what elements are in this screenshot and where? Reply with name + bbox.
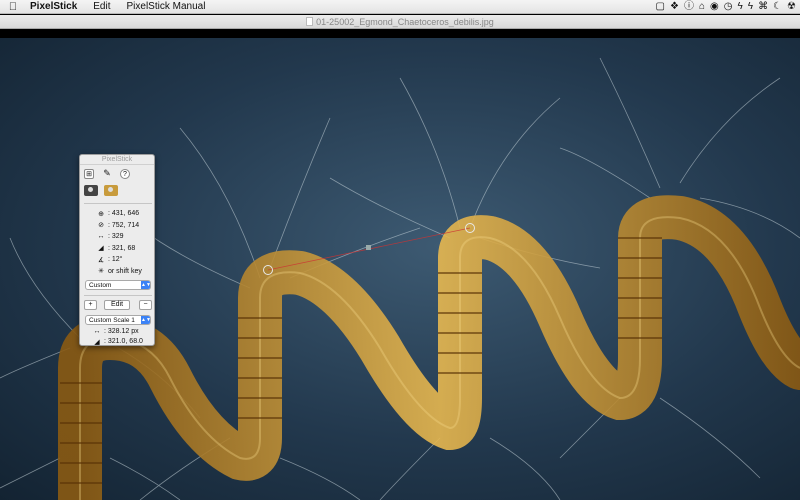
scale-select[interactable]: Custom Scale 1 ▲▼ xyxy=(85,315,151,325)
delta-icon: ◢ xyxy=(94,338,100,346)
end-point-readout: ⊘: 752, 714 xyxy=(80,220,156,232)
angle-icon: ∡ xyxy=(97,256,105,264)
bolt-icon[interactable]: ϟ xyxy=(737,0,742,14)
dropbox-icon[interactable]: ❖ xyxy=(670,0,679,14)
moon-icon[interactable]: ☾ xyxy=(773,0,782,14)
delta-readout: ◢: 321, 68 xyxy=(80,243,156,255)
lock-icon: ✳ xyxy=(98,268,104,276)
window-toolbar-strip xyxy=(0,30,800,38)
preset-value: Custom xyxy=(89,282,112,289)
crosshair-end-icon: ⊘ xyxy=(98,222,104,230)
capture-tools xyxy=(84,185,118,196)
menu-pixelstick[interactable]: PixelStick xyxy=(26,1,85,12)
chevron-down-icon: ▲▼ xyxy=(141,281,151,289)
distance-icon: ↔ xyxy=(93,328,101,336)
menu-bar:  PixelStick Edit PixelStick Manual ▢ ❖ … xyxy=(0,0,800,14)
preset-select[interactable]: Custom ▲▼ xyxy=(85,280,151,290)
volume-icon[interactable]: ◉ xyxy=(710,0,719,14)
eyedropper-icon[interactable]: ✎ xyxy=(102,169,112,179)
start-point-readout: ⊕: 431, 646 xyxy=(80,208,156,220)
measure-midpoint-handle xyxy=(366,245,371,250)
menu-edit[interactable]: Edit xyxy=(85,1,118,12)
command-icon[interactable]: ⌘ xyxy=(758,0,768,14)
nuclear-icon[interactable]: ☢ xyxy=(787,0,796,14)
pixelstick-palette[interactable]: PixelStick ⊞ ✎ ? ⊕: 431, 646 ⊘: 752, 714… xyxy=(79,154,155,346)
remove-scale-button[interactable]: − xyxy=(139,300,152,310)
chevron-down-icon: ▲▼ xyxy=(141,316,151,324)
scale-buttons: + Edit − xyxy=(84,300,152,311)
edit-scale-button[interactable]: Edit xyxy=(104,300,130,310)
divider xyxy=(84,295,152,296)
readouts: ⊕: 431, 646 ⊘: 752, 714 ↔: 329 ◢: 321, 6… xyxy=(80,208,156,277)
constrain-readout[interactable]: ✳ or shift key xyxy=(80,266,156,278)
distance-readout: ↔: 329 xyxy=(97,233,124,241)
add-scale-button[interactable]: + xyxy=(84,300,97,310)
palette-title: PixelStick xyxy=(80,155,154,165)
camera-gold-icon[interactable] xyxy=(104,185,118,196)
distance-icon: ↔ xyxy=(97,233,105,241)
divider xyxy=(84,203,152,204)
help-button[interactable]: ? xyxy=(120,169,130,179)
clipboard-icon[interactable]: ▢ xyxy=(656,0,665,14)
palette-tools: ⊞ ✎ ? xyxy=(84,169,130,179)
home-icon[interactable]: ⌂ xyxy=(699,0,705,14)
scale-value: Custom Scale 1 xyxy=(89,317,135,324)
clock-icon[interactable]: ◷ xyxy=(724,0,733,14)
crosshair-start-icon: ⊕ xyxy=(98,210,104,218)
info-icon[interactable]: ⓘ xyxy=(684,0,694,14)
lock-tool-icon[interactable]: ⊞ xyxy=(84,169,94,179)
bolt-icon[interactable]: ϟ xyxy=(748,0,753,14)
document-icon xyxy=(306,17,314,26)
scaled-delta-readout: ◢: 321.0, 68.0 xyxy=(80,336,143,348)
window-title-bar: 01-25002_Egmond_Chaetoceros_debilis.jpg xyxy=(0,15,800,29)
window-title: 01-25002_Egmond_Chaetoceros_debilis.jpg xyxy=(316,17,494,27)
angle-readout: ∡: 12° xyxy=(97,256,123,264)
camera-icon[interactable] xyxy=(84,185,98,196)
status-icons: ▢ ❖ ⓘ ⌂ ◉ ◷ ϟ ϟ ⌘ ☾ ☢ xyxy=(656,0,796,14)
delta-icon: ◢ xyxy=(98,245,104,253)
apple-menu-icon[interactable]:  xyxy=(0,1,26,13)
menu-pixelstick-manual[interactable]: PixelStick Manual xyxy=(119,1,214,12)
